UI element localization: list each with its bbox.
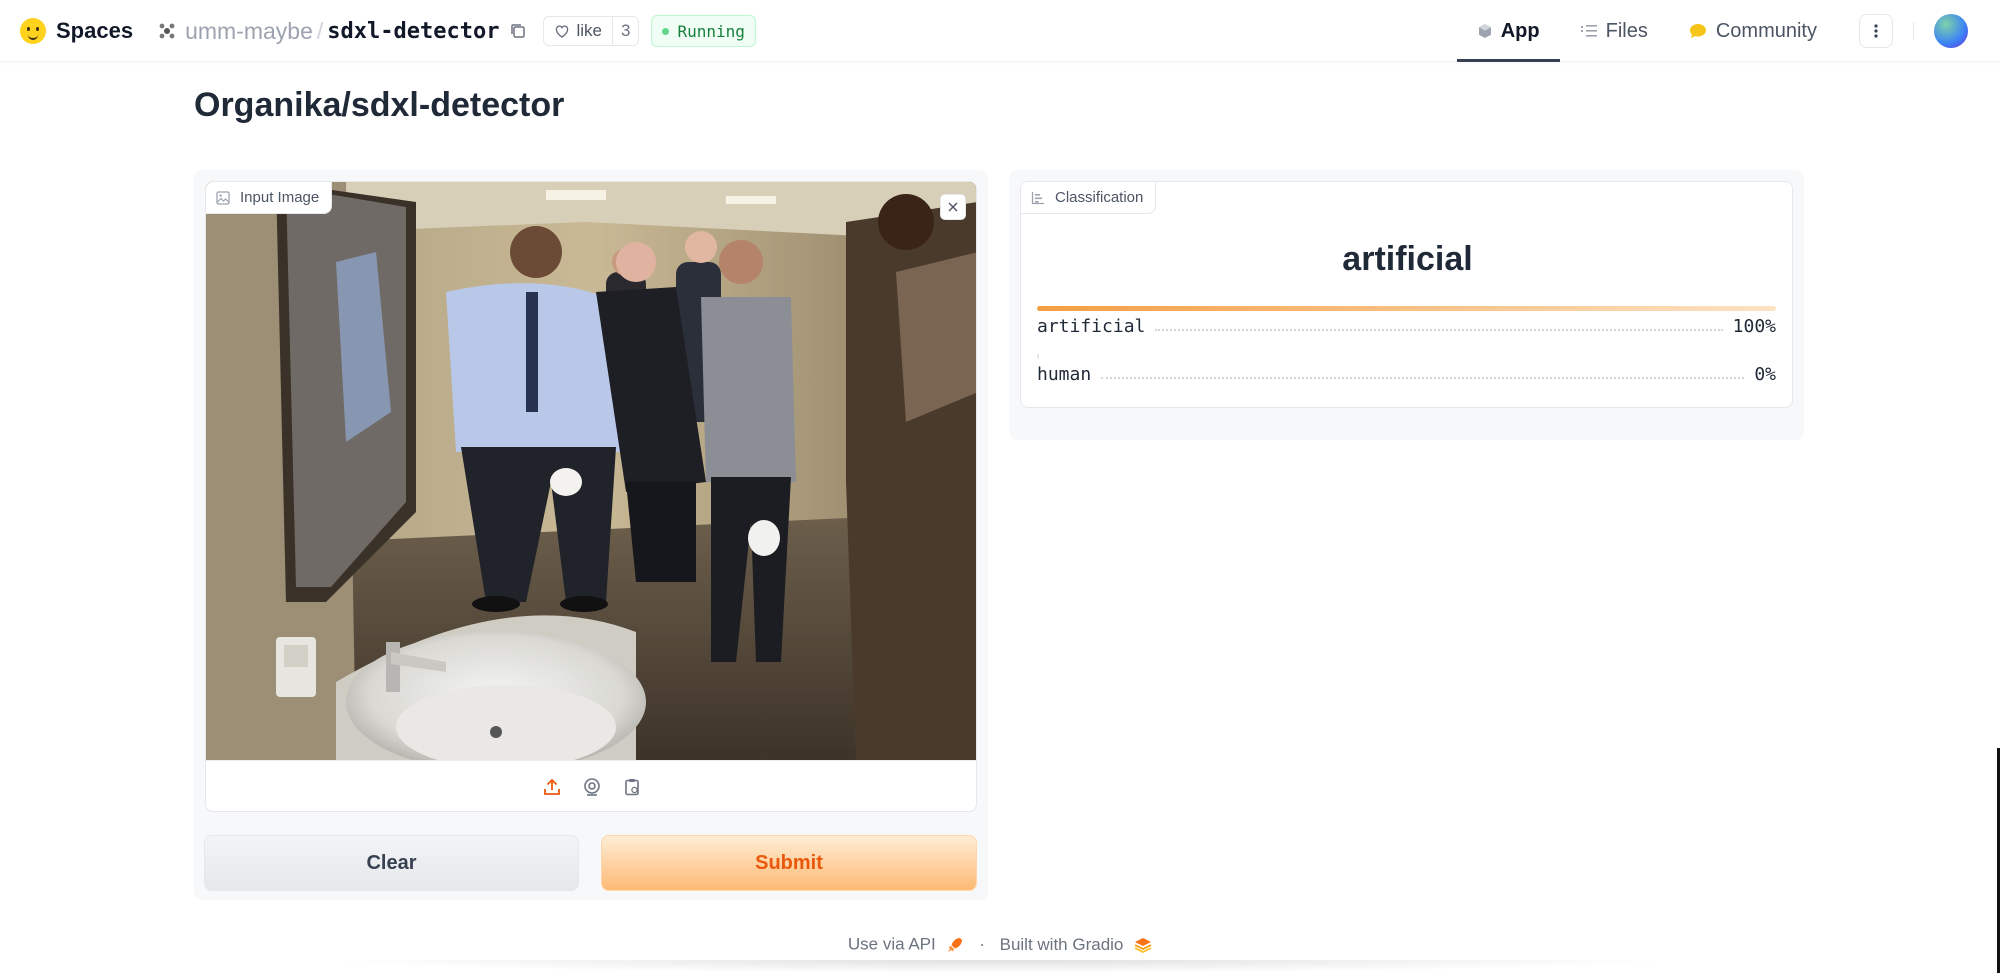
top-navigation-bar: Spaces umm-maybe / sdxl-detector like 3 … [0,0,2000,62]
user-avatar[interactable] [1934,14,1968,48]
top-prediction: artificial [1342,240,1473,278]
heart-icon [556,25,569,38]
more-options-button[interactable] [1859,14,1893,48]
confidence-value: 100% [1732,316,1776,337]
files-icon [1580,25,1597,37]
tab-community-label: Community [1715,19,1817,42]
input-image-label: Input Image [240,189,320,206]
status-badge: Running [651,15,756,47]
tab-app-label: App [1500,19,1540,42]
clipboard-button[interactable] [620,775,644,799]
input-image-block: Input Image [205,181,977,812]
image-icon [216,190,230,205]
input-panel: Input Image Clear Submit [194,170,988,900]
remove-image-button[interactable] [940,194,966,220]
footer-separator: · [979,934,985,954]
vertical-dots-icon [1874,24,1878,38]
confidence-value: 0% [1754,364,1776,385]
divider [1913,22,1914,40]
built-with-gradio-link[interactable]: Built with Gradio [1000,935,1124,954]
confidence-label: artificial [1037,316,1146,337]
confidence-label: human [1037,364,1092,385]
status-dot-icon [662,27,670,35]
tab-community[interactable]: Community [1668,0,1837,62]
tab-files-label: Files [1605,19,1648,42]
uploaded-photo[interactable] [206,182,976,760]
tab-app[interactable]: App [1456,0,1560,62]
clear-button[interactable]: Clear [204,835,579,891]
app-cube-icon [1478,24,1491,38]
footer: Use via API · Built with Gradio [0,934,2000,955]
input-image-label-badge: Input Image [206,182,333,214]
bar-chart-icon [1031,191,1044,204]
photo-illustration [206,182,976,760]
gradio-logo-icon [1134,937,1152,953]
space-owner-link[interactable]: umm-maybe [185,18,313,45]
clipboard-icon [625,779,639,796]
rocket-icon [948,937,963,952]
submit-button[interactable]: Submit [601,835,977,891]
footer-shadow [320,960,1680,973]
tab-files[interactable]: Files [1560,0,1668,62]
path-separator: / [316,17,324,44]
leader-dots [1155,328,1723,331]
community-icon [1689,24,1706,38]
classification-block: Classification artificial artificial 100… [1020,181,1793,408]
webcam-button[interactable] [580,775,604,799]
space-tabs: App Files Community [1456,0,2000,62]
copy-icon[interactable] [509,22,527,40]
confidence-item[interactable]: human 0% [1037,354,1776,407]
hugging-face-logo-icon[interactable] [20,18,46,44]
classification-label-badge: Classification [1021,182,1157,214]
upload-button[interactable] [540,775,564,799]
space-name-link[interactable]: sdxl-detector [327,19,499,44]
confidence-text: artificial 100% [1037,316,1776,337]
confidence-bar [1037,306,1776,311]
page-title: Organika/sdxl-detector [194,86,565,124]
space-header: Spaces umm-maybe / sdxl-detector like 3 … [20,14,756,48]
image-source-toolbar [206,760,976,811]
status-text: Running [677,21,745,41]
close-icon [948,202,958,212]
output-panel: Classification artificial artificial 100… [1009,170,1804,440]
space-owner-icon [159,23,175,39]
like-count: 3 [611,17,638,45]
like-label: like [576,21,602,40]
use-via-api-link[interactable]: Use via API [848,935,936,954]
leader-dots [1101,376,1745,379]
confidence-bar [1037,354,1039,359]
classification-label: Classification [1055,189,1144,206]
spaces-link[interactable]: Spaces [56,18,133,44]
like-button[interactable]: like 3 [543,16,640,46]
confidence-text: human 0% [1037,364,1776,385]
webcam-icon [584,778,600,796]
upload-icon [544,778,560,795]
